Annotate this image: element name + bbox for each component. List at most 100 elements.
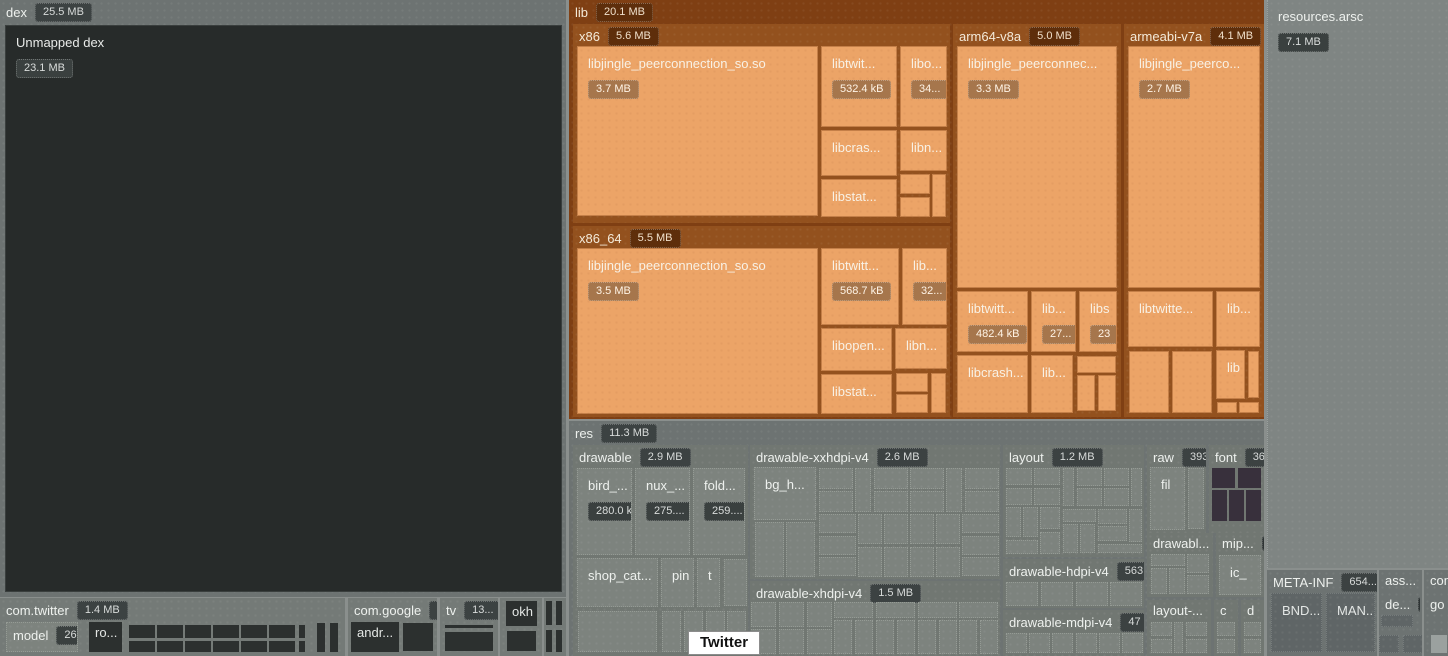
treemap-tile[interactable] bbox=[819, 468, 853, 489]
treemap-tile[interactable] bbox=[1244, 639, 1261, 653]
treemap-tile[interactable] bbox=[157, 641, 183, 652]
tile-fold[interactable]: fold...259.... bbox=[693, 468, 745, 555]
treemap-tile[interactable] bbox=[185, 625, 211, 638]
treemap-tile[interactable] bbox=[1238, 468, 1261, 488]
group-com-google[interactable]: com.google41andr... bbox=[348, 598, 437, 656]
label-de[interactable]: de... bbox=[1379, 594, 1420, 612]
treemap-tile[interactable] bbox=[959, 620, 977, 654]
treemap-tile[interactable] bbox=[876, 620, 894, 654]
treemap-tile[interactable] bbox=[1187, 554, 1209, 573]
tile-lib2-arm64[interactable]: lib... bbox=[1031, 355, 1073, 413]
treemap-tile[interactable] bbox=[1169, 568, 1185, 594]
treemap-tile[interactable] bbox=[1098, 375, 1116, 411]
tile-libn-x86-64[interactable]: libn... bbox=[895, 328, 947, 369]
tile-libstat-x86-64[interactable]: libstat... bbox=[821, 374, 892, 414]
group-font[interactable]: font36 bbox=[1209, 445, 1264, 533]
treemap-tile[interactable] bbox=[858, 547, 882, 577]
treemap-tile[interactable] bbox=[662, 611, 681, 652]
treemap-tile[interactable] bbox=[962, 536, 999, 555]
group-dex[interactable]: dex25.5 MBUnmapped dex23.1 MB bbox=[0, 0, 566, 597]
tile-t[interactable]: t bbox=[697, 558, 720, 607]
tile-okh[interactable]: okh bbox=[506, 601, 537, 626]
treemap-tile[interactable] bbox=[185, 641, 211, 652]
treemap-tile[interactable] bbox=[1381, 615, 1413, 627]
treemap-tile[interactable] bbox=[1129, 351, 1169, 413]
treemap-tile[interactable] bbox=[1052, 633, 1073, 653]
group-x86-64[interactable]: x86_645.5 MBlibjingle_peerconnection_so.… bbox=[573, 226, 950, 417]
treemap-tile[interactable] bbox=[1239, 402, 1259, 413]
tile-model[interactable]: model26... bbox=[6, 622, 78, 652]
treemap-tile[interactable] bbox=[1212, 490, 1227, 521]
group-res[interactable]: res11.3 MBdrawable2.9 MBbird_...280.0 kB… bbox=[569, 421, 1264, 656]
tile-libtwitt-arm64[interactable]: libtwitt...482.4 kB bbox=[957, 291, 1028, 352]
treemap-tile[interactable] bbox=[445, 632, 493, 651]
treemap-tile[interactable] bbox=[1151, 568, 1167, 594]
tile-libn-x86[interactable]: libn... bbox=[900, 130, 947, 171]
treemap-tile[interactable] bbox=[897, 620, 915, 654]
treemap-tile[interactable] bbox=[556, 630, 562, 652]
treemap-tile[interactable] bbox=[1034, 488, 1060, 505]
tile-resources-arsc[interactable]: resources.arsc7.1 MB bbox=[1267, 0, 1448, 568]
tile-bg-h[interactable]: bg_h... bbox=[754, 467, 816, 520]
treemap-tile[interactable] bbox=[241, 625, 267, 638]
group-mip[interactable]: mip...ic_ bbox=[1216, 533, 1264, 597]
treemap-tile[interactable] bbox=[1041, 582, 1073, 606]
label-go[interactable]: go bbox=[1424, 594, 1448, 612]
tile-ro[interactable]: ro... bbox=[89, 622, 122, 652]
treemap-tile[interactable] bbox=[936, 547, 960, 577]
group-x86[interactable]: x865.6 MBlibjingle_peerconnection_so.so3… bbox=[573, 24, 950, 223]
treemap-tile[interactable] bbox=[1188, 468, 1204, 529]
group-d[interactable]: d bbox=[1241, 600, 1264, 656]
treemap-tile[interactable] bbox=[884, 514, 908, 544]
treemap-tile[interactable] bbox=[213, 625, 239, 638]
treemap-tile[interactable] bbox=[1104, 488, 1129, 506]
treemap-tile[interactable] bbox=[1006, 633, 1027, 653]
treemap-tile[interactable] bbox=[980, 620, 998, 654]
treemap-tile[interactable] bbox=[918, 620, 936, 654]
treemap-tile[interactable] bbox=[1006, 468, 1032, 485]
treemap-tile[interactable] bbox=[900, 197, 930, 217]
treemap-tile[interactable] bbox=[807, 602, 832, 627]
tile-ic[interactable]: ic_ bbox=[1219, 555, 1261, 595]
tile-unmapped-dex[interactable]: Unmapped dex23.1 MB bbox=[5, 25, 562, 592]
tile-lib-armeabi[interactable]: lib... bbox=[1216, 291, 1260, 347]
treemap-tile[interactable] bbox=[1217, 639, 1235, 653]
treemap-tile[interactable] bbox=[213, 641, 239, 652]
treemap-tile[interactable] bbox=[1098, 544, 1142, 553]
treemap-tile[interactable] bbox=[900, 174, 930, 194]
treemap-tile[interactable] bbox=[129, 625, 155, 638]
treemap-tile[interactable] bbox=[931, 373, 946, 413]
treemap-tile[interactable] bbox=[918, 602, 957, 618]
treemap-tile[interactable] bbox=[1063, 468, 1074, 506]
treemap-tile[interactable] bbox=[1080, 524, 1095, 553]
tile-libtwitt-x86-64[interactable]: libtwitt...568.7 kB bbox=[821, 248, 899, 325]
group-layout-trunc[interactable]: layout-... bbox=[1147, 600, 1211, 656]
treemap-tile[interactable] bbox=[269, 641, 295, 652]
tile-libtwit-x86[interactable]: libtwit...532.4 kB bbox=[821, 46, 897, 127]
treemap-tile[interactable] bbox=[962, 557, 999, 576]
tile-shop-cat[interactable]: shop_cat... bbox=[577, 558, 658, 607]
treemap-tile[interactable] bbox=[1006, 582, 1038, 606]
tile-libjingle-x86[interactable]: libjingle_peerconnection_so.so3.7 MB bbox=[577, 46, 818, 216]
group-okh[interactable]: okh bbox=[500, 598, 542, 656]
treemap-tile[interactable] bbox=[1186, 622, 1207, 636]
treemap-tile[interactable] bbox=[786, 522, 815, 577]
group-layout[interactable]: layout1.2 MB bbox=[1003, 445, 1144, 557]
treemap-tile[interactable] bbox=[1403, 635, 1422, 653]
treemap-tile[interactable] bbox=[876, 602, 915, 618]
treemap-tile[interactable] bbox=[834, 602, 873, 618]
treemap-tile[interactable] bbox=[299, 625, 305, 638]
treemap-tile[interactable] bbox=[1229, 490, 1244, 521]
treemap-tile[interactable] bbox=[1151, 639, 1172, 653]
treemap-tile[interactable] bbox=[403, 623, 433, 651]
treemap-tile[interactable] bbox=[1077, 356, 1116, 373]
treemap-tile[interactable] bbox=[1077, 375, 1095, 411]
tile-lib-x86-64[interactable]: lib...32... bbox=[902, 248, 947, 325]
tile-lib2-armeabi[interactable]: lib bbox=[1216, 350, 1245, 399]
treemap-tile[interactable] bbox=[1077, 468, 1102, 486]
group-bars[interactable] bbox=[544, 598, 566, 656]
treemap-tile[interactable] bbox=[546, 601, 552, 625]
treemap-tile[interactable] bbox=[819, 536, 856, 555]
treemap-tile[interactable] bbox=[1217, 622, 1235, 636]
tile-libo-x86[interactable]: libo...34... bbox=[900, 46, 947, 127]
